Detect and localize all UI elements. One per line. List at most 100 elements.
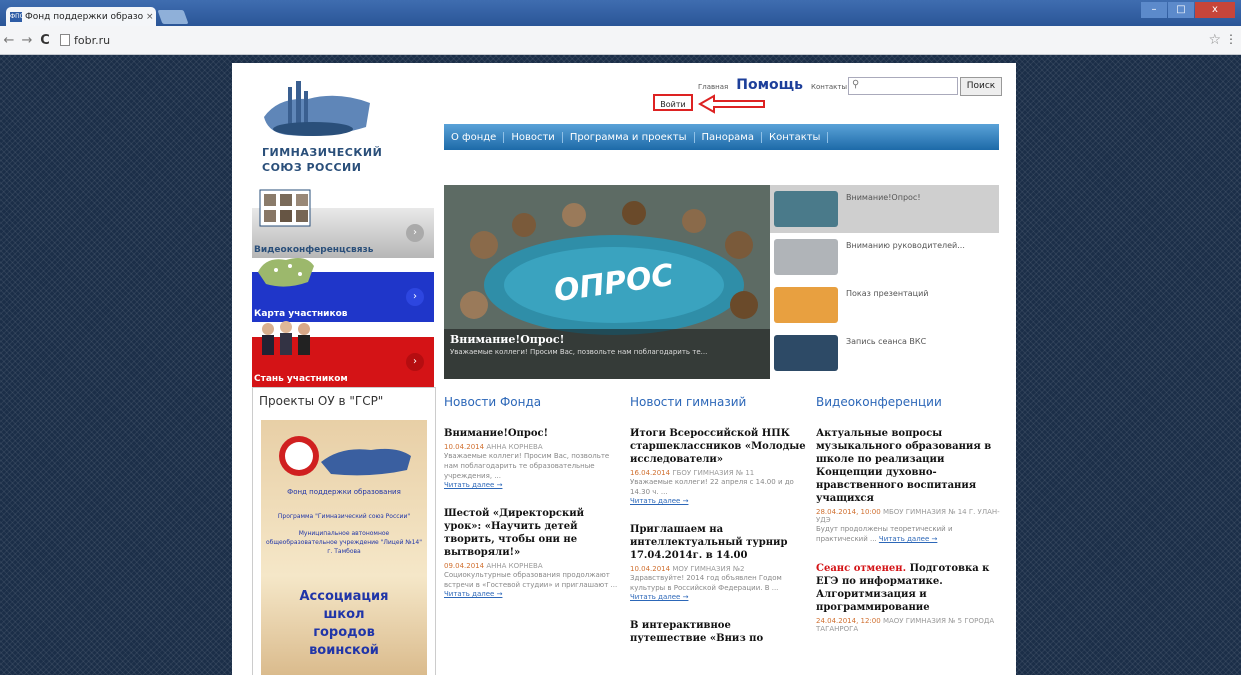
slider-item-title: Запись сеанса ВКС (846, 337, 927, 346)
article-body: Уважаемые коллеги! Просим Вас, позвольте… (444, 452, 610, 480)
bookmark-star-icon[interactable]: ☆ (1208, 32, 1221, 48)
hero-caption: Внимание!Опрос! Уважаемые коллеги! Проси… (444, 329, 770, 379)
maximize-button[interactable]: □ (1168, 2, 1194, 18)
projects-banner[interactable]: Фонд поддержки образования Программа "Ги… (261, 420, 427, 675)
news-article: Актуальные вопросы музыкального образова… (816, 427, 1002, 544)
article-meta: 09.04.2014 АННА КОРНЕВА (444, 562, 543, 570)
slider-item[interactable]: Вниманию руководителей... (770, 233, 999, 281)
projects-title: Проекты ОУ в "ГСР" (259, 394, 384, 408)
close-tab-icon[interactable]: × (146, 12, 156, 22)
browser-tab[interactable]: ФПО Фонд поддержки образо × (6, 7, 156, 26)
article-meta: 10.04.2014 МОУ ГИМНАЗИЯ №2 (630, 565, 745, 573)
top-links: Главная Помощь Контакты (698, 77, 847, 93)
nav-item-about[interactable]: О фонде (444, 131, 505, 143)
page-icon (60, 34, 70, 46)
article-meta: 24.04.2014, 12:00 МАОУ ГИМНАЗИЯ № 5 ГОРО… (816, 617, 995, 633)
article-meta: 28.04.2014, 10:00 МБОУ ГИМНАЗИЯ № 14 Г. … (816, 508, 1000, 524)
read-more-link[interactable]: Читать далее → (630, 593, 806, 601)
chevron-right-icon[interactable]: › (406, 353, 424, 371)
article-meta: 16.04.2014 ГБОУ ГИМНАЗИЯ № 11 (630, 469, 755, 477)
slider-item[interactable]: Внимание!Опрос! (770, 185, 999, 233)
read-more-link[interactable]: Читать далее → (630, 497, 806, 505)
nav-item-contacts[interactable]: Контакты (762, 131, 829, 143)
news-column-fund: Новости Фонда Внимание!Опрос! 10.04.2014… (444, 395, 620, 598)
news-article: Итоги Всероссийской НПК старшеклассников… (630, 427, 806, 505)
article-title[interactable]: Актуальные вопросы музыкального образова… (816, 427, 1002, 505)
article-title[interactable]: Итоги Всероссийской НПК старшеклассников… (630, 427, 806, 466)
banner-join[interactable]: Стань участником › (252, 321, 434, 387)
projects-program: Программа "Гимназический союз России" Му… (265, 513, 423, 555)
hero-slide[interactable]: ОПРОС Внимание!Опрос! Уважаемые коллеги!… (444, 185, 770, 379)
banner-videoconference[interactable]: Видеоконференцсвязь › (252, 189, 434, 258)
nav-item-panorama[interactable]: Панорама (695, 131, 762, 143)
news-article: Шестой «Директорский урок»: «Научить дет… (444, 507, 620, 598)
minimize-button[interactable]: – (1141, 2, 1167, 18)
projects-logo-icon (279, 436, 411, 476)
close-window-button[interactable]: x (1195, 2, 1235, 18)
menu-icon[interactable]: ⋮ (1225, 32, 1237, 46)
news-article: Внимание!Опрос! 10.04.2014 АННА КОРНЕВА … (444, 427, 620, 489)
column-title[interactable]: Видеоконференции (816, 395, 1002, 409)
news-article: Приглашаем на интеллектуальный турнир 17… (630, 523, 806, 601)
back-icon[interactable]: ← (0, 33, 18, 48)
article-title[interactable]: В интерактивное путешествие «Вниз по (630, 619, 806, 645)
hero-title[interactable]: Внимание!Опрос! (444, 329, 770, 346)
slider-thumbnails: Внимание!Опрос! Вниманию руководителей..… (770, 185, 999, 379)
column-title[interactable]: Новости Фонда (444, 395, 620, 409)
read-more-link[interactable]: Читать далее → (879, 535, 937, 543)
search-input[interactable]: ⚲ (848, 77, 958, 95)
slider-item[interactable]: Запись сеанса ВКС (770, 329, 999, 377)
read-more-link[interactable]: Читать далее → (444, 590, 620, 598)
home-link[interactable]: Главная (698, 83, 728, 91)
main-nav: О фонде Новости Программа и проекты Пано… (444, 124, 999, 150)
address-bar[interactable]: fobr.ru (60, 34, 110, 47)
cancelled-label: Сеанс отменен. (816, 563, 907, 574)
article-title[interactable]: Шестой «Директорский урок»: «Научить дет… (444, 507, 620, 559)
help-link[interactable]: Помощь (736, 77, 803, 93)
search-icon: ⚲ (852, 79, 860, 90)
new-tab-button[interactable] (157, 10, 189, 24)
thumbnail (774, 287, 838, 323)
article-meta: 10.04.2014 АННА КОРНЕВА (444, 443, 543, 451)
article-title[interactable]: Приглашаем на интеллектуальный турнир 17… (630, 523, 806, 562)
banner-map[interactable]: Карта участников › (252, 258, 434, 322)
nav-item-news[interactable]: Новости (504, 131, 563, 143)
slider-item[interactable]: Показ презентаций (770, 281, 999, 329)
slider-item-title: Внимание!Опрос! (846, 193, 921, 202)
news-column-videoconferences: Видеоконференции Актуальные вопросы музы… (816, 395, 1002, 633)
tab-bar: ФПО Фонд поддержки образо × – □ x (0, 0, 1241, 26)
projects-big-text: Ассоциация школ городов воинской (299, 589, 389, 658)
forward-icon[interactable]: → (18, 33, 36, 48)
slider-item-title: Показ презентаций (846, 289, 929, 298)
web-page: ГИМНАЗИЧЕСКИЙ СОЮЗ РОССИИ Главная Помощь… (232, 63, 1016, 675)
column-title[interactable]: Новости гимназий (630, 395, 806, 409)
nav-item-programs[interactable]: Программа и проекты (563, 131, 695, 143)
thumbnail (774, 335, 838, 371)
login-button[interactable]: Войти (653, 94, 693, 111)
window-controls: – □ x (1141, 2, 1235, 18)
article-title[interactable]: Внимание!Опрос! (444, 427, 620, 440)
news-article: В интерактивное путешествие «Вниз по (630, 619, 806, 645)
map-icon (258, 258, 314, 287)
reload-icon[interactable]: C (36, 33, 54, 48)
thumbnail (774, 239, 838, 275)
chevron-right-icon[interactable]: › (406, 224, 424, 242)
news-article: Сеанс отменен. Подготовка к ЕГЭ по инфор… (816, 562, 1002, 633)
favicon-icon: ФПО (10, 11, 25, 22)
article-title[interactable]: Сеанс отменен. Подготовка к ЕГЭ по инфор… (816, 562, 1002, 614)
tab-title: Фонд поддержки образо (25, 11, 143, 22)
read-more-link[interactable]: Читать далее → (444, 481, 620, 489)
videoconf-photo-icon (259, 189, 311, 227)
people-photo-icon (262, 321, 310, 355)
red-arrow-icon (698, 94, 765, 114)
chevron-right-icon[interactable]: › (406, 288, 424, 306)
search-button[interactable]: Поиск (960, 77, 1002, 96)
logo-text[interactable]: ГИМНАЗИЧЕСКИЙ СОЮЗ РОССИИ (262, 145, 412, 175)
banner-label: Стань участником (254, 374, 348, 384)
slider-item-title: Вниманию руководителей... (846, 241, 965, 250)
contacts-link[interactable]: Контакты (811, 83, 847, 91)
article-body: Уважаемые коллеги! 22 апреля с 14.00 и д… (630, 478, 794, 496)
browser-toolbar: ← → C fobr.ru (0, 26, 1241, 55)
hero-subtitle: Уважаемые коллеги! Просим Вас, позвольте… (450, 348, 708, 356)
projects-box: Проекты ОУ в "ГСР" Фонд поддержки образо… (252, 387, 436, 675)
